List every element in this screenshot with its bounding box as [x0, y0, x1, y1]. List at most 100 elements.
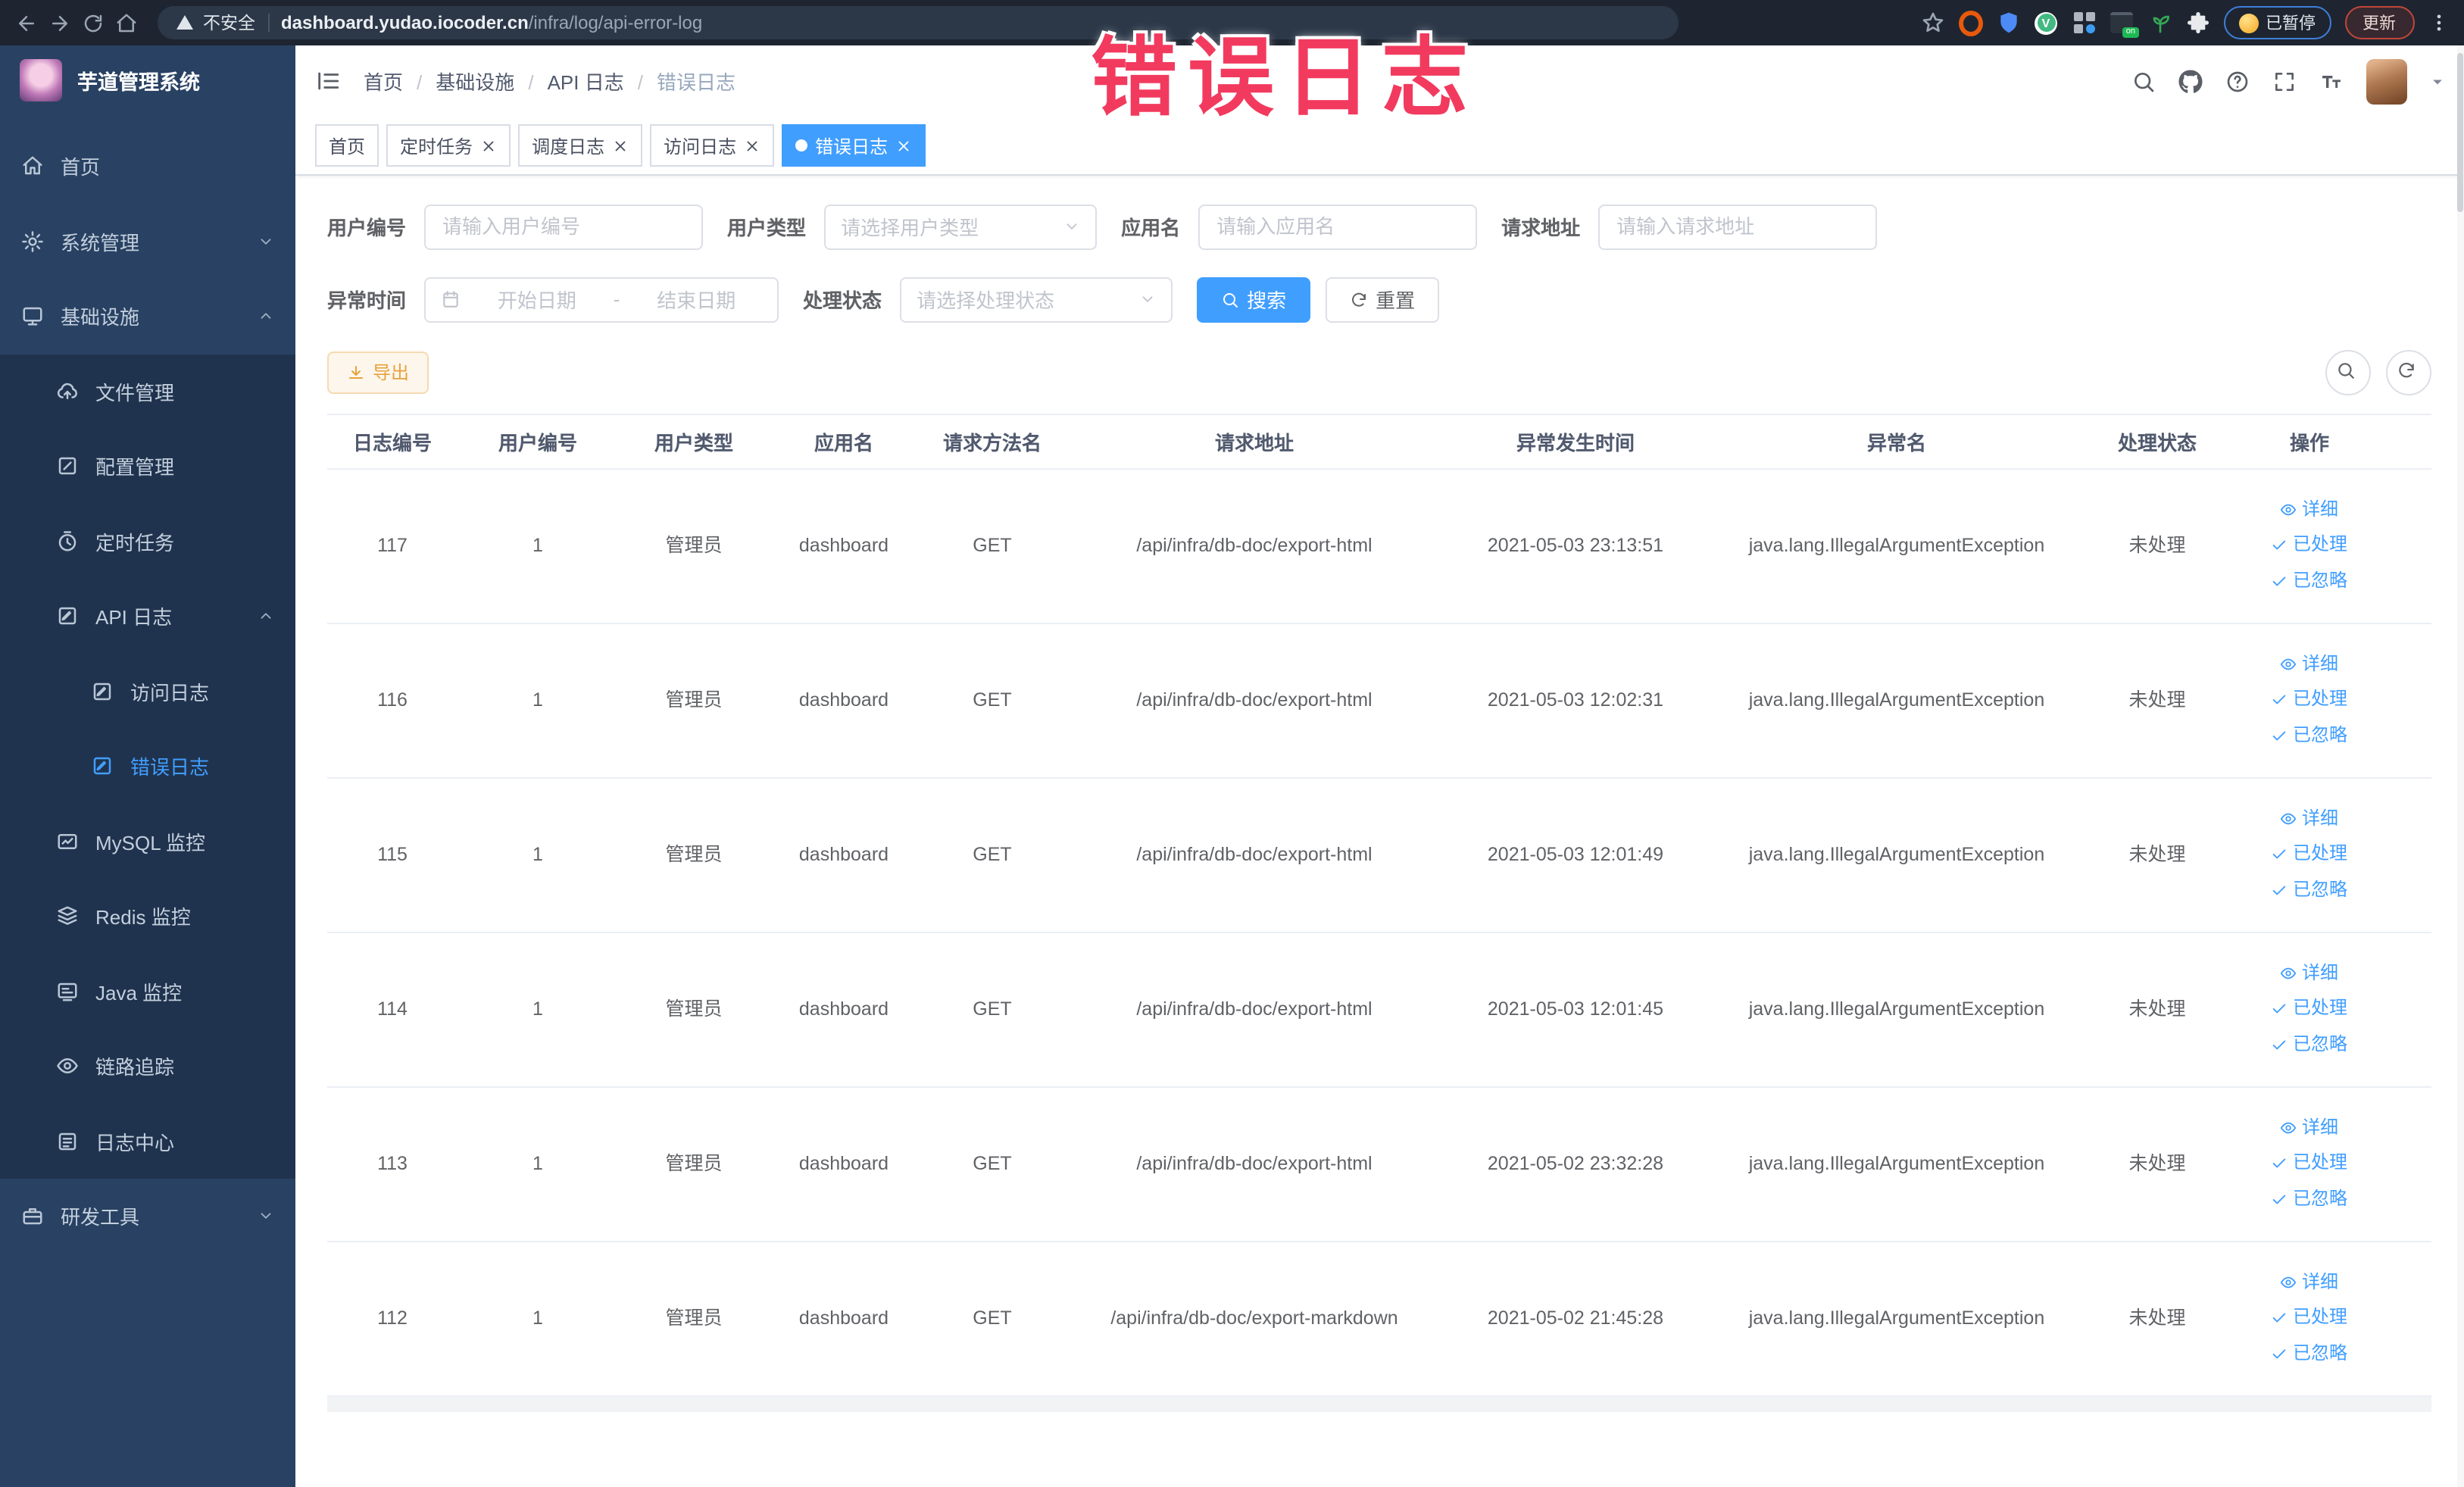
site-security[interactable]: 不安全 [176, 11, 255, 35]
mark-ignored-button[interactable]: 已忽略 [2272, 876, 2347, 903]
browser-menu-icon[interactable] [2428, 12, 2449, 33]
mark-ignored-button[interactable]: 已忽略 [2272, 1340, 2347, 1367]
sprout-extension-icon[interactable] [2147, 11, 2172, 35]
cell-log-id: 113 [377, 1152, 408, 1174]
cell-user-id: 1 [532, 1152, 543, 1174]
hamburger-icon[interactable] [315, 69, 341, 95]
github-icon[interactable] [2178, 70, 2202, 94]
paused-badge[interactable]: 已暂停 [2223, 6, 2331, 39]
onoff-extension-icon[interactable]: on [2110, 11, 2138, 38]
search-button[interactable]: 搜索 [1197, 276, 1311, 322]
export-button[interactable]: 导出 [327, 351, 429, 393]
tab-close-icon[interactable] [480, 137, 497, 154]
sidebar-item[interactable]: 错误日志 [0, 729, 295, 804]
app-name-input[interactable] [1198, 204, 1478, 249]
detail-button[interactable]: 详细 [2281, 961, 2338, 987]
shield-extension-icon[interactable] [1996, 11, 2020, 35]
help-icon[interactable] [2225, 70, 2249, 94]
browser-toolbar: 不安全 dashboard.yudao.iocoder.cn/infra/log… [0, 0, 2464, 45]
breadcrumb-item[interactable]: 首页 [364, 67, 436, 96]
cell-exception-name: java.lang.IllegalArgumentException [1748, 998, 2045, 1020]
view-tab[interactable]: 错误日志 [782, 124, 926, 167]
cell-method: GET [973, 998, 1012, 1020]
view-tab[interactable]: 首页 [315, 124, 379, 167]
mark-processed-button[interactable]: 已处理 [2272, 842, 2347, 868]
detail-button[interactable]: 详细 [2281, 651, 2338, 678]
breadcrumb-item[interactable]: API 日志 [548, 67, 657, 96]
mark-processed-button[interactable]: 已处理 [2272, 533, 2347, 559]
column-header: 用户编号 [498, 431, 577, 454]
tab-close-icon[interactable] [744, 137, 760, 154]
breadcrumb: 首页 基础设施 API 日志 错误日志 [364, 67, 735, 96]
mark-ignored-button[interactable]: 已忽略 [2272, 722, 2347, 748]
sidebar-item[interactable]: Redis 监控 [0, 879, 295, 954]
reload-icon[interactable] [82, 11, 105, 34]
sidebar-item[interactable]: Java 监控 [0, 954, 295, 1029]
user-id-input[interactable] [424, 204, 704, 249]
sidebar-item[interactable]: API 日志 [0, 579, 295, 654]
request-url-input[interactable] [1598, 204, 1878, 249]
cell-log-id: 112 [377, 1307, 408, 1329]
mark-processed-button[interactable]: 已处理 [2272, 1305, 2347, 1332]
sidebar-item[interactable]: 定时任务 [0, 504, 295, 579]
chevron-down-icon[interactable] [2429, 74, 2444, 89]
toggle-search-button[interactable] [2325, 349, 2370, 395]
sidebar-item[interactable]: 链路追踪 [0, 1029, 295, 1104]
view-tab[interactable]: 调度日志 [518, 124, 643, 167]
user-type-select[interactable]: 请选择用户类型 [824, 204, 1098, 249]
cell-exception-time: 2021-05-02 23:32:28 [1487, 1152, 1664, 1174]
detail-button[interactable]: 详细 [2281, 806, 2338, 833]
mark-processed-button[interactable]: 已处理 [2272, 996, 2347, 1023]
sidebar-item[interactable]: 系统管理 [0, 204, 295, 279]
search-icon[interactable] [2131, 70, 2155, 94]
sidebar-item[interactable]: 访问日志 [0, 654, 295, 729]
update-button[interactable]: 更新 [2344, 6, 2414, 39]
mark-processed-button[interactable]: 已处理 [2272, 687, 2347, 714]
scrollbar[interactable] [2456, 45, 2464, 1487]
cell-app-name: dashboard [798, 689, 889, 711]
breadcrumb-item[interactable]: 错误日志 [657, 67, 735, 96]
detail-button[interactable]: 详细 [2281, 497, 2338, 523]
date-range-picker[interactable]: 开始日期 - 结束日期 [424, 276, 779, 322]
tab-close-icon[interactable] [612, 137, 629, 154]
app-logo[interactable]: 芋道管理系统 [0, 45, 295, 114]
trace-eye-icon [56, 1055, 79, 1078]
reset-button[interactable]: 重置 [1326, 276, 1440, 322]
mark-processed-button[interactable]: 已处理 [2272, 1151, 2347, 1177]
home-icon[interactable] [115, 11, 138, 34]
sidebar-item[interactable]: 首页 [0, 129, 295, 204]
font-size-icon[interactable] [2319, 70, 2343, 94]
vue-devtools-icon[interactable]: V [2034, 11, 2058, 35]
mark-ignored-button[interactable]: 已忽略 [2272, 1031, 2347, 1057]
mark-ignored-button[interactable]: 已忽略 [2272, 1186, 2347, 1212]
calendar-icon [441, 289, 461, 309]
sidebar-item[interactable]: 日志中心 [0, 1104, 295, 1179]
sidebar-item[interactable]: 研发工具 [0, 1179, 295, 1254]
detail-button[interactable]: 详细 [2281, 1115, 2338, 1142]
avatar[interactable] [2366, 58, 2406, 105]
view-tab[interactable]: 访问日志 [650, 124, 775, 167]
back-icon[interactable] [15, 11, 38, 34]
tab-close-icon[interactable] [895, 137, 912, 154]
bookmark-star-icon[interactable] [1920, 11, 1944, 35]
process-status-select[interactable]: 请选择处理状态 [900, 276, 1173, 322]
refresh-icon [2396, 360, 2420, 384]
forward-icon[interactable] [48, 11, 71, 34]
address-bar[interactable]: 不安全 dashboard.yudao.iocoder.cn/infra/log… [158, 6, 1679, 39]
extensions-puzzle-icon[interactable] [2185, 11, 2209, 35]
grid-extension-icon[interactable] [2072, 11, 2096, 35]
mark-ignored-button[interactable]: 已忽略 [2272, 567, 2347, 594]
scrollbar-thumb[interactable] [2457, 53, 2463, 212]
sidebar-item[interactable]: 配置管理 [0, 429, 295, 504]
refresh-table-button[interactable] [2385, 349, 2431, 395]
breadcrumb-item[interactable]: 基础设施 [436, 67, 547, 96]
fullscreen-icon[interactable] [2272, 70, 2296, 94]
sidebar-item[interactable]: 基础设施 [0, 279, 295, 354]
doc-log-icon [91, 680, 114, 703]
extension-orange-icon[interactable] [1958, 10, 1982, 36]
sidebar-item[interactable]: MySQL 监控 [0, 804, 295, 879]
check-icon [2272, 537, 2288, 554]
view-tab[interactable]: 定时任务 [386, 124, 511, 167]
sidebar-item[interactable]: 文件管理 [0, 354, 295, 429]
detail-button[interactable]: 详细 [2281, 1270, 2338, 1296]
